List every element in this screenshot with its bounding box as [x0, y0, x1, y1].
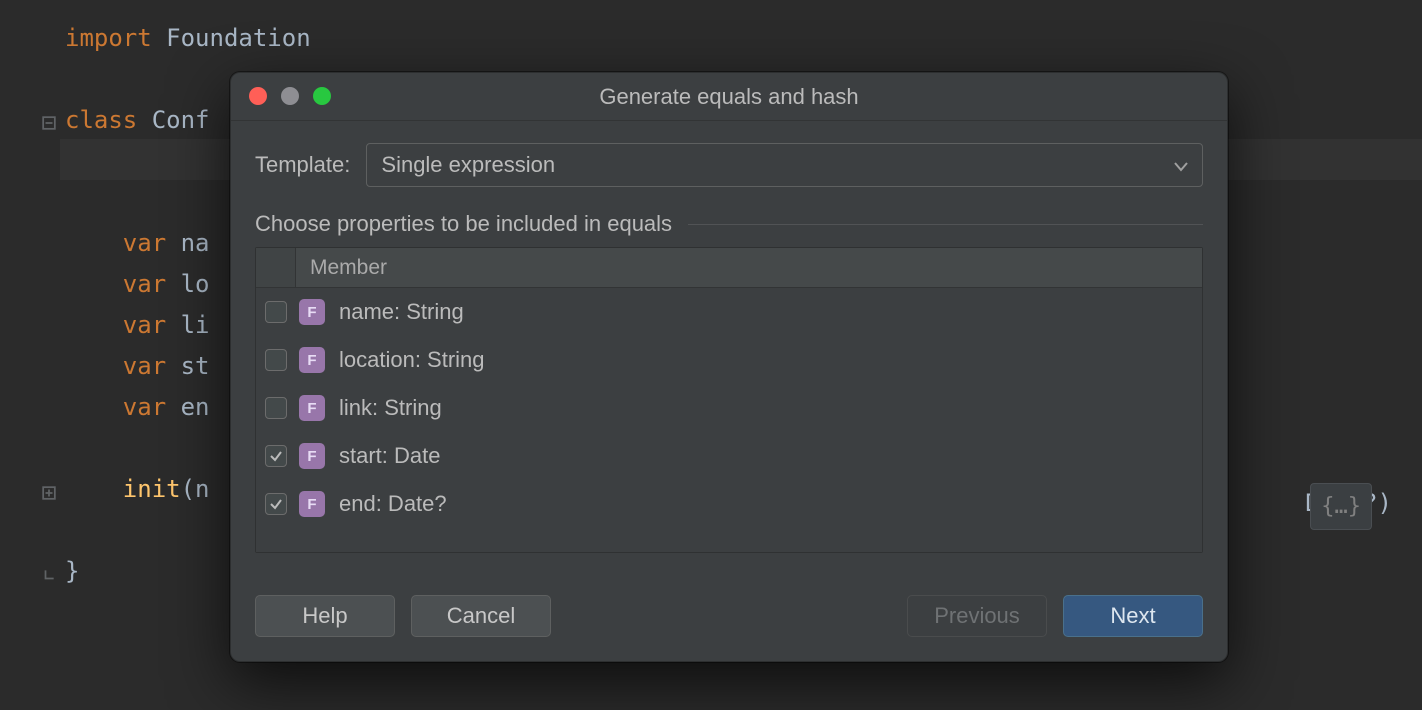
chevron-down-icon	[1174, 152, 1188, 178]
template-select-value: Single expression	[381, 152, 555, 178]
next-button[interactable]: Next	[1063, 595, 1203, 637]
code-line-tail: Date?) {…}	[1305, 483, 1392, 524]
table-row[interactable]: F location: String	[256, 336, 1202, 384]
code-line: import Foundation	[65, 18, 1422, 59]
divider	[688, 224, 1203, 225]
table-row[interactable]: F link: String	[256, 384, 1202, 432]
generate-equals-dialog: Generate equals and hash Template: Singl…	[230, 72, 1228, 662]
table-row[interactable]: F start: Date	[256, 432, 1202, 480]
member-checkbox[interactable]	[265, 445, 287, 467]
field-icon: F	[299, 443, 325, 469]
member-checkbox[interactable]	[265, 349, 287, 371]
cancel-button[interactable]: Cancel	[411, 595, 551, 637]
close-icon[interactable]	[249, 87, 267, 105]
table-header: Member	[256, 248, 1202, 288]
member-label: name: String	[339, 299, 464, 325]
help-button[interactable]: Help	[255, 595, 395, 637]
members-table: Member F name: String F location: String…	[255, 247, 1203, 553]
fold-end-icon[interactable]	[42, 568, 56, 582]
field-icon: F	[299, 395, 325, 421]
member-label: start: Date	[339, 443, 440, 469]
member-label: location: String	[339, 347, 485, 373]
member-label: link: String	[339, 395, 442, 421]
table-row[interactable]: F name: String	[256, 288, 1202, 336]
table-body: F name: String F location: String F link…	[256, 288, 1202, 552]
expand-icon[interactable]	[42, 486, 56, 500]
template-select[interactable]: Single expression	[366, 143, 1203, 187]
minimize-icon[interactable]	[281, 87, 299, 105]
fold-icon[interactable]	[42, 116, 56, 130]
maximize-icon[interactable]	[313, 87, 331, 105]
template-label: Template:	[255, 152, 350, 178]
dialog-titlebar[interactable]: Generate equals and hash	[231, 73, 1227, 121]
dialog-title: Generate equals and hash	[231, 84, 1227, 110]
column-header-member: Member	[296, 256, 387, 280]
previous-button: Previous	[907, 595, 1047, 637]
field-icon: F	[299, 347, 325, 373]
member-label: end: Date?	[339, 491, 447, 517]
member-checkbox[interactable]	[265, 397, 287, 419]
member-checkbox[interactable]	[265, 493, 287, 515]
section-label: Choose properties to be included in equa…	[255, 211, 672, 237]
dialog-footer: Help Cancel Previous Next	[231, 573, 1227, 661]
editor-gutter	[0, 0, 60, 710]
field-icon: F	[299, 491, 325, 517]
member-checkbox[interactable]	[265, 301, 287, 323]
field-icon: F	[299, 299, 325, 325]
table-row[interactable]: F end: Date?	[256, 480, 1202, 528]
fold-ellipsis[interactable]: {…}	[1310, 483, 1372, 530]
